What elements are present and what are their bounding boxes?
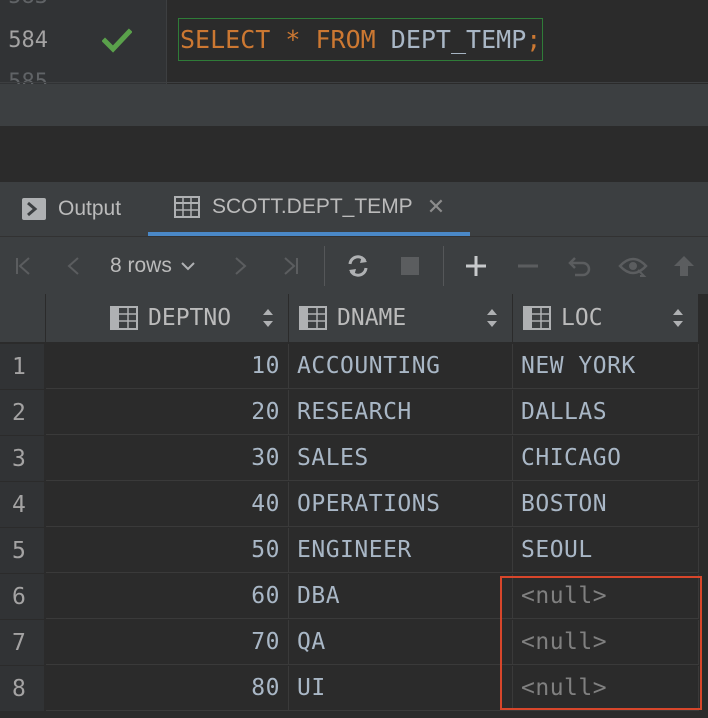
editor-divider	[0, 82, 708, 83]
cell-dname[interactable]: SALES	[289, 436, 513, 481]
sort-icon[interactable]	[672, 306, 684, 330]
row-number: 5	[0, 528, 44, 573]
cell-deptno[interactable]: 30	[46, 436, 289, 481]
tab-result-table[interactable]: SCOTT.DEPT_TEMP ✕	[148, 182, 467, 232]
row-number: 2	[0, 390, 44, 435]
editor-bottom-strip	[0, 84, 708, 126]
cell-dname[interactable]: UI	[289, 666, 513, 711]
column-icon	[523, 306, 551, 330]
plus-icon	[466, 256, 486, 276]
sort-icon[interactable]	[486, 306, 498, 330]
column-header-loc[interactable]: LOC	[513, 294, 699, 342]
column-header-deptno[interactable]: DEPTNO	[46, 294, 289, 342]
sort-icon[interactable]	[262, 306, 274, 330]
cell-loc[interactable]: DALLAS	[513, 390, 699, 435]
result-grid: DEPTNO DNAME LOC 1 10 ACCOUNTING NEW YOR…	[0, 294, 708, 718]
panel-gap	[0, 126, 708, 182]
cell-dname[interactable]: QA	[289, 620, 513, 665]
line-number-prev: 583	[0, 0, 48, 9]
grid-corner	[0, 294, 46, 342]
first-page-button[interactable]	[8, 237, 40, 295]
cell-deptno[interactable]: 20	[46, 390, 289, 435]
editor-gutter: 583 584 585	[0, 0, 167, 84]
tab-result-label: SCOTT.DEPT_TEMP	[212, 195, 413, 218]
column-icon	[299, 306, 327, 330]
close-icon[interactable]: ✕	[427, 194, 445, 220]
column-header-label: DNAME	[337, 305, 407, 331]
line-number: 584	[8, 28, 48, 53]
add-row-button[interactable]	[460, 237, 492, 295]
rows-count-select[interactable]: 8 rows	[110, 237, 196, 295]
preview-changes-button[interactable]	[616, 237, 650, 295]
row-number: 3	[0, 436, 44, 481]
eye-icon	[618, 257, 648, 277]
chevron-down-icon	[181, 262, 195, 271]
next-page-button[interactable]	[224, 237, 256, 295]
tab-output-label: Output	[58, 197, 122, 220]
revert-button[interactable]	[564, 237, 596, 295]
sql-keyword-select: SELECT	[180, 25, 271, 54]
refresh-icon	[348, 255, 368, 277]
success-check-icon	[102, 28, 132, 53]
sql-keyword-from: FROM	[315, 25, 376, 54]
toolbar-separator	[324, 246, 325, 286]
row-number: 8	[0, 666, 44, 711]
result-tabs: Output SCOTT.DEPT_TEMP ✕	[0, 182, 708, 236]
cell-dname[interactable]: ENGINEER	[289, 528, 513, 573]
cell-loc[interactable]: CHICAGO	[513, 436, 699, 481]
submit-button[interactable]	[668, 237, 700, 295]
cell-loc[interactable]: NEW YORK	[513, 344, 699, 389]
sql-table-name: DEPT_TEMP	[390, 25, 527, 54]
cell-dname[interactable]: OPERATIONS	[289, 482, 513, 527]
undo-icon	[568, 257, 591, 277]
null-values-highlight-box	[500, 576, 702, 710]
arrow-up-icon	[674, 256, 694, 276]
cell-deptno[interactable]: 80	[46, 666, 289, 711]
result-toolbar: 8 rows	[0, 236, 708, 295]
console-icon	[22, 198, 46, 220]
cell-loc[interactable]: BOSTON	[513, 482, 699, 527]
row-number: 1	[0, 344, 44, 389]
chevron-left-icon	[67, 257, 79, 275]
toolbar-separator	[443, 246, 444, 286]
row-number: 4	[0, 482, 44, 527]
cell-deptno[interactable]: 60	[46, 574, 289, 619]
cell-loc[interactable]: SEOUL	[513, 528, 699, 573]
row-number: 7	[0, 620, 44, 665]
cell-deptno[interactable]: 70	[46, 620, 289, 665]
column-header-label: LOC	[561, 305, 603, 331]
stop-icon	[401, 257, 419, 275]
table-icon	[174, 196, 200, 218]
minus-icon	[518, 264, 538, 268]
first-page-icon	[16, 257, 30, 275]
delete-row-button[interactable]	[512, 237, 544, 295]
column-header-dname[interactable]: DNAME	[289, 294, 513, 342]
last-page-button[interactable]	[274, 237, 306, 295]
cell-deptno[interactable]: 50	[46, 528, 289, 573]
last-page-icon	[284, 257, 298, 275]
cell-dname[interactable]: DBA	[289, 574, 513, 619]
sql-star: *	[285, 25, 301, 54]
cell-deptno[interactable]: 40	[46, 482, 289, 527]
chevron-right-icon	[235, 257, 247, 275]
row-number: 6	[0, 574, 44, 619]
stop-button[interactable]	[394, 237, 426, 295]
cell-dname[interactable]: ACCOUNTING	[289, 344, 513, 389]
refresh-button[interactable]	[340, 237, 376, 295]
tab-output[interactable]: Output	[22, 182, 121, 236]
column-header-label: DEPTNO	[148, 305, 232, 331]
column-icon	[110, 306, 138, 330]
cell-deptno[interactable]: 10	[46, 344, 289, 389]
previous-page-button[interactable]	[58, 237, 90, 295]
cell-dname[interactable]: RESEARCH	[289, 390, 513, 435]
sql-editor[interactable]: 583 584 585 SELECT * FROM DEPT_TEMP;	[0, 0, 708, 84]
rows-count-label: 8 rows	[110, 254, 172, 277]
sql-statement[interactable]: SELECT * FROM DEPT_TEMP;	[178, 18, 544, 61]
sql-semicolon: ;	[526, 25, 542, 54]
